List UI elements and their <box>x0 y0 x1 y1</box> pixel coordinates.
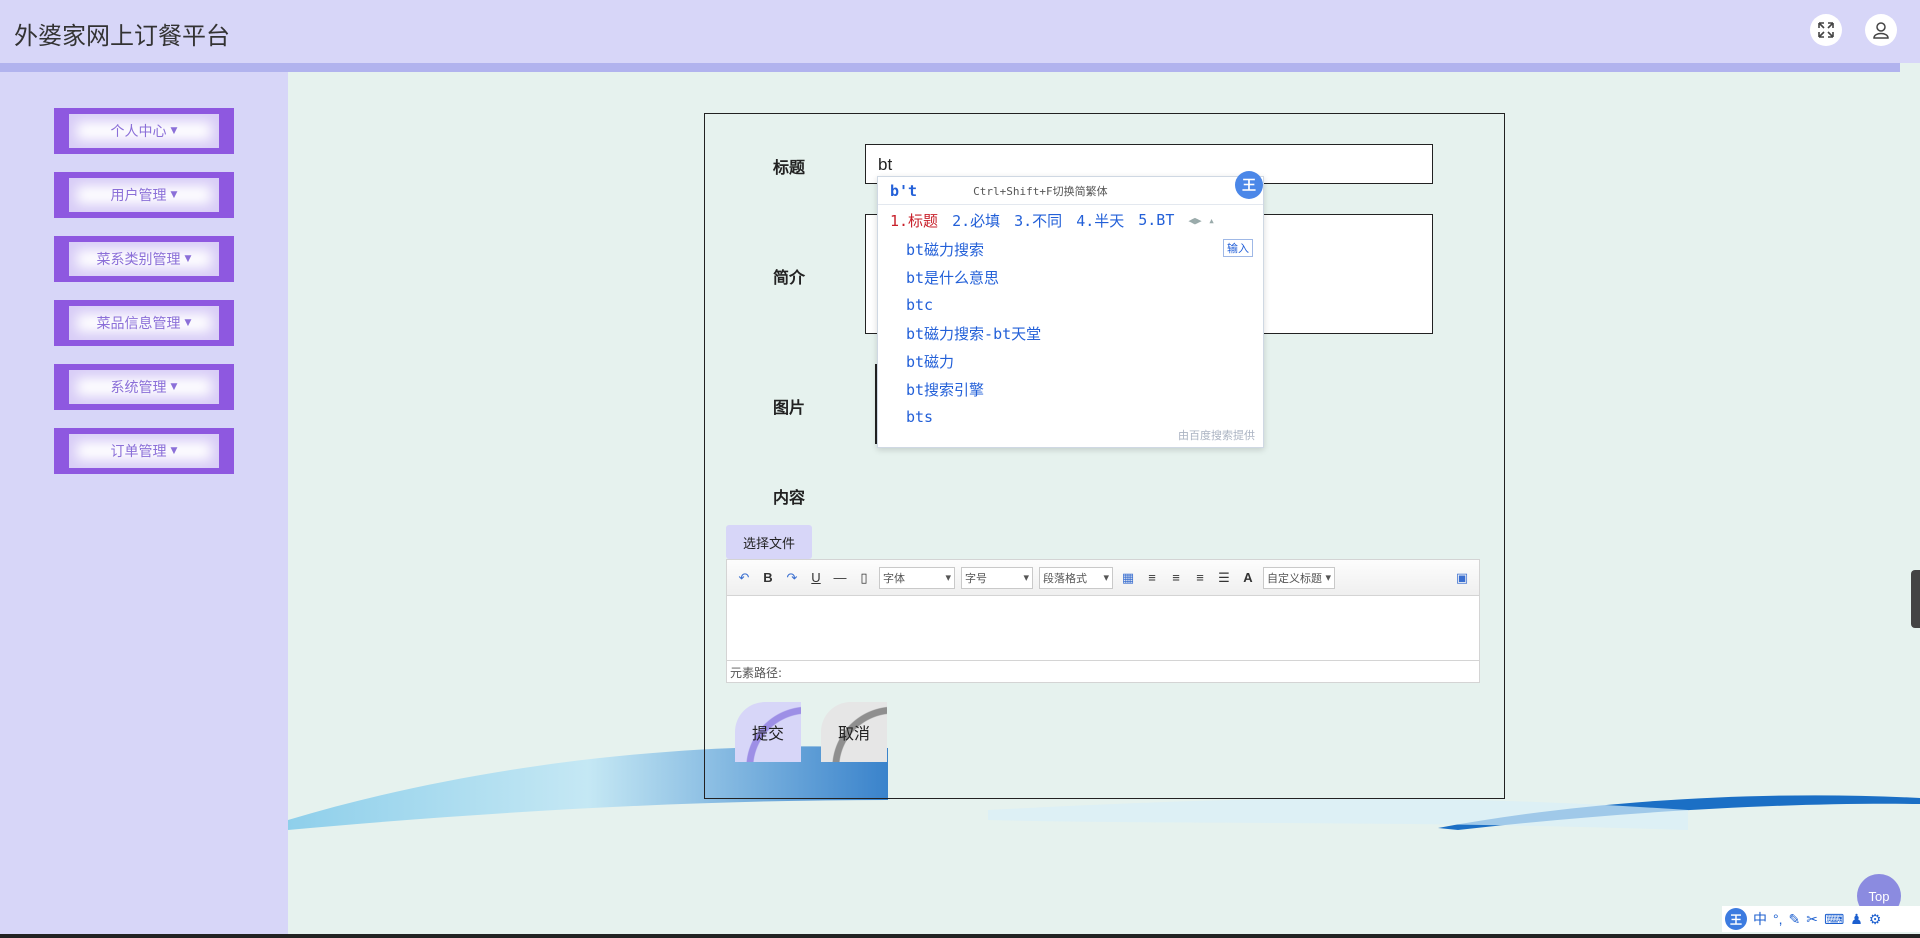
settings-gear-icon[interactable]: ⚙ <box>1869 911 1882 928</box>
font-family-select[interactable]: 字体 ▾ <box>879 566 955 589</box>
page-arrows-icon[interactable]: ◀▶ ▴ <box>1188 214 1215 227</box>
undo-icon[interactable]: ↶ <box>733 567 755 589</box>
sidebar-item-label: 菜系类别管理 <box>96 252 181 268</box>
bottom-border <box>0 934 1920 938</box>
ime-logo-icon: 王 <box>1235 171 1263 199</box>
content-label: 内容 <box>773 488 806 507</box>
ime-bar-logo-icon[interactable]: 王 <box>1725 908 1747 930</box>
ime-composition: b't <box>890 181 918 200</box>
font-size-select[interactable]: 字号 ▾ <box>961 566 1033 589</box>
sidebar-item-user-management[interactable]: 用户管理 ▼ <box>54 172 234 218</box>
chevron-down-icon: ▾ <box>1023 571 1029 584</box>
editor-body[interactable] <box>727 596 1479 660</box>
caret-down-icon: ▼ <box>170 382 178 392</box>
align-right-icon[interactable]: ≡ <box>1165 567 1187 589</box>
page-break-icon[interactable]: ▯ <box>853 567 875 589</box>
ime-suggestion[interactable]: bt磁力搜索 <box>906 235 1263 263</box>
element-path: 元素路径: <box>727 660 1479 682</box>
ime-candidate[interactable]: 5.BT <box>1138 211 1174 229</box>
sidebar-item-system[interactable]: 系统管理 ▼ <box>54 364 234 410</box>
align-left-icon[interactable]: ≡ <box>1141 567 1163 589</box>
ime-candidate[interactable]: 3.不同 <box>1014 210 1062 231</box>
sidebar-item-cuisine-category[interactable]: 菜系类别管理 ▼ <box>54 236 234 282</box>
sidebar-item-label: 订单管理 <box>110 444 167 460</box>
table-icon[interactable]: ▦ <box>1117 567 1139 589</box>
caret-down-icon: ▼ <box>170 190 178 200</box>
ime-status-bar: 王 中 °, ✎ ✂ ⌨ ♟ ⚙ <box>1722 906 1920 932</box>
sidebar-item-label: 菜品信息管理 <box>96 316 181 332</box>
preview-icon[interactable]: ▣ <box>1451 567 1473 589</box>
sidebar-item-label: 个人中心 <box>110 124 167 140</box>
rich-text-editor: ↶ B ↷ U — ▯ 字体 ▾ 字号 ▾ 段落格式 ▾ ▦ ≡ ≡ ≡ ☰ A 自定… <box>726 559 1480 683</box>
caret-down-icon: ▼ <box>170 446 178 456</box>
paragraph-format-select-value: 段落格式 <box>1043 571 1087 585</box>
caret-down-icon: ▼ <box>170 126 178 136</box>
user-icon <box>1873 22 1889 39</box>
ime-candidate[interactable]: 4.半天 <box>1076 210 1124 231</box>
ime-suggestion[interactable]: btc <box>906 291 1263 319</box>
sidebar-item-personal-center[interactable]: 个人中心 ▼ <box>54 108 234 154</box>
paragraph-format-select[interactable]: 段落格式 ▾ <box>1039 566 1113 589</box>
ime-suggestion[interactable]: bt磁力 <box>906 347 1263 375</box>
ime-composition-row: b't Ctrl+Shift+F切换简繁体 <box>878 177 1263 205</box>
side-handle[interactable] <box>1911 570 1920 628</box>
image-label: 图片 <box>773 398 806 417</box>
skin-icon[interactable]: ♟ <box>1850 911 1863 928</box>
keyboard-icon[interactable]: ⌨ <box>1824 911 1844 928</box>
chevron-down-icon: ▾ <box>1325 571 1331 584</box>
ime-mode-toggle[interactable]: 中 <box>1753 909 1767 929</box>
ime-input-tag[interactable]: 输入 <box>1223 239 1253 257</box>
caret-down-icon: ▼ <box>184 318 192 328</box>
align-center-icon[interactable]: ≡ <box>1189 567 1211 589</box>
sidebar-item-orders[interactable]: 订单管理 ▼ <box>54 428 234 474</box>
custom-title-select-value: 自定义标题 <box>1267 571 1322 585</box>
ime-suggestion[interactable]: bt搜索引擎 <box>906 375 1263 403</box>
top-header: 外婆家网上订餐平台 <box>0 0 1920 63</box>
custom-title-select[interactable]: 自定义标题 ▾ <box>1263 566 1335 589</box>
fullscreen-button[interactable] <box>1810 14 1842 46</box>
chevron-down-icon: ▾ <box>945 571 951 584</box>
ime-candidates: 1.标题 2.必填 3.不同 4.半天 5.BT ◀▶ ▴ <box>878 205 1263 235</box>
underline-button[interactable]: U <box>805 567 827 589</box>
caret-down-icon: ▼ <box>184 254 192 264</box>
ime-suggestions: bt磁力搜索 bt是什么意思 btc bt磁力搜索-bt天堂 bt磁力 bt搜索… <box>878 235 1263 431</box>
pen-icon[interactable]: ✎ <box>1789 911 1801 928</box>
submit-button[interactable]: 提交 <box>735 702 801 762</box>
ime-suggestion[interactable]: bt是什么意思 <box>906 263 1263 291</box>
chevron-down-icon: ▾ <box>1103 571 1109 584</box>
choose-file-button[interactable]: 选择文件 <box>726 525 812 559</box>
ime-hint: Ctrl+Shift+F切换简繁体 <box>973 184 1108 198</box>
editor-toolbar: ↶ B ↷ U — ▯ 字体 ▾ 字号 ▾ 段落格式 ▾ ▦ ≡ ≡ ≡ ☰ A 自定… <box>727 560 1479 596</box>
font-family-select-value: 字体 <box>883 571 905 585</box>
header-accent-bar <box>0 63 1900 72</box>
ime-candidate[interactable]: 1.标题 <box>890 210 938 231</box>
expand-icon <box>1818 22 1834 38</box>
font-size-select-value: 字号 <box>965 571 987 585</box>
font-color-button[interactable]: A <box>1237 567 1259 589</box>
punctuation-icon[interactable]: °, <box>1773 911 1783 927</box>
ime-footer: 由百度搜索提供 <box>1178 429 1255 442</box>
sidebar-item-label: 系统管理 <box>110 380 167 396</box>
redo-icon[interactable]: ↷ <box>781 567 803 589</box>
bold-button[interactable]: B <box>757 567 779 589</box>
sidebar-item-label: 用户管理 <box>110 188 167 204</box>
app-title: 外婆家网上订餐平台 <box>14 22 230 50</box>
cancel-button[interactable]: 取消 <box>821 702 887 762</box>
intro-label: 简介 <box>773 268 806 287</box>
sidebar-item-dish-info[interactable]: 菜品信息管理 ▼ <box>54 300 234 346</box>
title-input-value: bt <box>878 155 893 174</box>
scissors-icon[interactable]: ✂ <box>1806 911 1818 928</box>
sidebar: 个人中心 ▼ 用户管理 ▼ 菜系类别管理 ▼ 菜品信息管理 ▼ 系统管理 ▼ 订单管理 ▼ <box>0 72 288 938</box>
title-label: 标题 <box>773 158 806 177</box>
align-justify-icon[interactable]: ☰ <box>1213 567 1235 589</box>
user-button[interactable] <box>1865 14 1897 46</box>
horizontal-rule-icon[interactable]: — <box>829 567 851 589</box>
ime-candidate[interactable]: 2.必填 <box>952 210 1000 231</box>
ime-suggestion[interactable]: bt磁力搜索-bt天堂 <box>906 319 1263 347</box>
ime-candidate-popup: b't Ctrl+Shift+F切换简繁体 王 1.标题 2.必填 3.不同 4… <box>877 171 1264 448</box>
